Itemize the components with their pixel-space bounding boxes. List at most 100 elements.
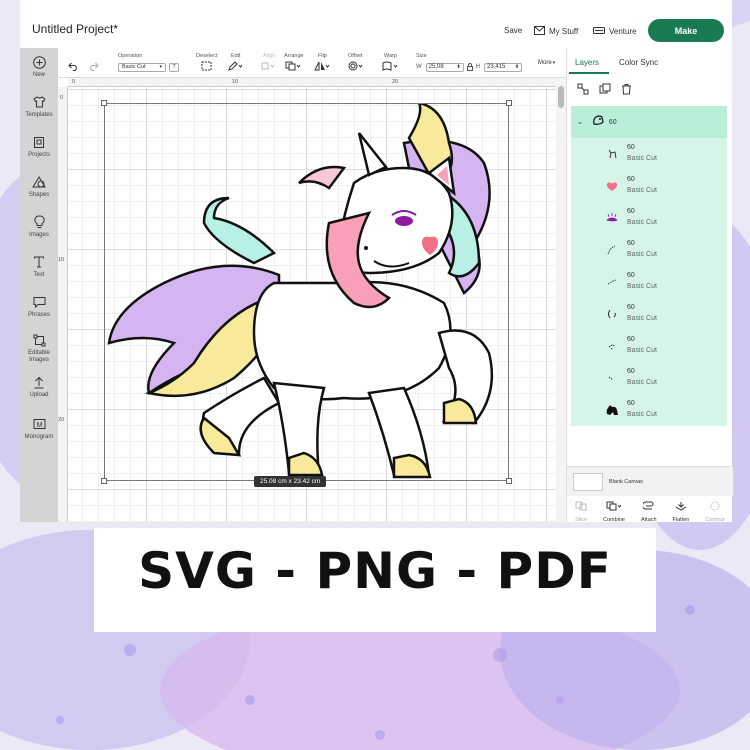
templates-button[interactable]: Templates [20, 94, 58, 119]
ruler-left-label: 20 [58, 417, 65, 423]
combine-button[interactable]: Combine [603, 498, 625, 523]
layer-thumbnail-icon [605, 372, 619, 384]
editable-images-label: Editable Images [28, 350, 50, 363]
templates-label: Templates [25, 112, 53, 118]
layer-row[interactable]: 60 Basic Cut [571, 394, 727, 426]
layer-row[interactable]: 60 Basic Cut [571, 266, 727, 298]
chevron-down-icon[interactable]: ⌄ [577, 118, 583, 126]
ruler-top: 0 10 20 [68, 78, 556, 87]
save-label: Save [504, 26, 523, 35]
upload-button[interactable]: Upload [20, 374, 58, 399]
layer-row[interactable]: 60 Basic Cut [571, 298, 727, 330]
chevron-down-icon: ▾ [159, 64, 162, 70]
contour-button[interactable]: Contour [705, 498, 725, 523]
ruler-top-label: 10 [232, 79, 239, 85]
group-icon[interactable] [577, 82, 589, 100]
ruler-top-label: 20 [392, 79, 399, 85]
editable-images-icon [31, 332, 47, 348]
text-button[interactable]: Text [20, 254, 58, 279]
layer-group-row[interactable]: ⌄ 60 [571, 106, 727, 138]
layer-row[interactable]: 60 Basic Cut [571, 170, 727, 202]
layer-operation: Basic Cut [627, 283, 657, 290]
venture-button[interactable]: Venture [593, 26, 637, 37]
undo-button[interactable] [68, 58, 79, 76]
trash-icon[interactable] [621, 82, 632, 100]
operation-select[interactable]: Basic Cut ▾ [118, 62, 166, 72]
tab-layers[interactable]: Layers [575, 58, 599, 67]
layer-row[interactable]: 60 Basic Cut [571, 330, 727, 362]
save-button[interactable]: Save [504, 26, 522, 35]
layer-name: 60 [627, 304, 635, 311]
operation-label: Operation [118, 53, 143, 59]
projects-button[interactable]: Projects [20, 134, 58, 159]
text-icon [31, 254, 47, 270]
chevron-down-icon: ▾ [552, 60, 556, 66]
layer-row[interactable]: 60 Basic Cut [571, 202, 727, 234]
height-input[interactable]: 23,415 ⬍ [484, 62, 523, 72]
canvas-scrollbar[interactable] [556, 78, 566, 522]
contour-icon [709, 498, 721, 516]
layer-operation: Basic Cut [627, 219, 657, 226]
monogram-icon: M [31, 416, 47, 432]
eye-lashes-icon [605, 212, 619, 224]
arrange-button[interactable] [285, 61, 301, 72]
resize-handle[interactable] [101, 478, 107, 484]
slice-button[interactable]: Slice [575, 498, 587, 523]
resize-handle[interactable] [101, 100, 107, 106]
phrases-button[interactable]: Phrases [20, 294, 58, 319]
make-button[interactable]: Make [648, 19, 724, 42]
width-value: 25,08 [428, 64, 444, 70]
offset-button[interactable] [348, 61, 364, 72]
new-button[interactable]: New [20, 54, 58, 79]
ruler-left-label: 10 [58, 257, 65, 263]
deselect-button[interactable] [201, 61, 212, 72]
unicorn-silhouette-icon [605, 404, 619, 416]
resize-handle[interactable] [506, 478, 512, 484]
monogram-button[interactable]: M Monogram [20, 416, 58, 441]
redo-button[interactable] [88, 58, 99, 76]
images-button[interactable]: Images [20, 214, 58, 239]
selection-box[interactable] [104, 103, 509, 481]
slice-icon [575, 498, 587, 516]
layer-name: 60 [627, 176, 635, 183]
tab-color-sync[interactable]: Color Sync [619, 58, 658, 67]
layers-list: 60 Basic Cut 60 Basic Cut 60 Basic Cut 6… [571, 138, 727, 426]
more-button[interactable]: More ▾ [538, 58, 555, 68]
banner-text: SVG - PNG - PDF [138, 542, 612, 600]
attach-button[interactable]: Attach [641, 498, 657, 523]
editable-images-button[interactable]: Editable Images [20, 332, 58, 364]
align-button[interactable] [261, 62, 275, 72]
my-stuff-label: My Stuff [549, 27, 579, 36]
blank-canvas-row[interactable]: Blank Canvas [567, 466, 733, 496]
lock-icon[interactable] [466, 58, 473, 76]
layer-row[interactable]: 60 Basic Cut [571, 234, 727, 266]
layer-name: 60 [627, 144, 635, 151]
scrollbar-thumb[interactable] [558, 86, 564, 108]
resize-handle[interactable] [506, 100, 512, 106]
duplicate-icon[interactable] [599, 82, 611, 100]
redo-icon [88, 58, 99, 75]
layers-panel: Layers Color Sync ⌄ 60 60 Basic Cut 60 B… [566, 48, 733, 523]
operation-value: Basic Cut [122, 64, 146, 70]
layer-operation: Basic Cut [627, 347, 657, 354]
layer-operation: Basic Cut [627, 155, 657, 162]
dimensions-label: 25.08 cm x 23.42 cm [254, 476, 327, 487]
more-label: More [538, 60, 552, 66]
design-canvas[interactable]: 0 10 20 0 10 20 25.08 cm x 23.42 cm [58, 78, 566, 522]
align-icon [261, 58, 275, 76]
width-input[interactable]: 25,08 ⬍ [425, 62, 464, 72]
shirt-icon [31, 94, 47, 110]
warp-button[interactable] [382, 61, 400, 72]
my-stuff-button[interactable]: My Stuff [534, 26, 578, 37]
operation-control: Basic Cut ▾ ? [118, 62, 179, 72]
flip-button[interactable] [314, 61, 330, 72]
edit-button[interactable] [228, 61, 243, 72]
contour-label: Contour [705, 517, 725, 523]
operation-help-button[interactable]: ? [169, 62, 179, 72]
layer-row[interactable]: 60 Basic Cut [571, 138, 727, 170]
upload-icon [31, 374, 47, 390]
layer-row[interactable]: 60 Basic Cut [571, 362, 727, 394]
project-title[interactable]: Untitled Project* [32, 22, 118, 36]
shapes-button[interactable]: Shapes [20, 174, 58, 199]
flatten-button[interactable]: Flatten [673, 498, 689, 523]
